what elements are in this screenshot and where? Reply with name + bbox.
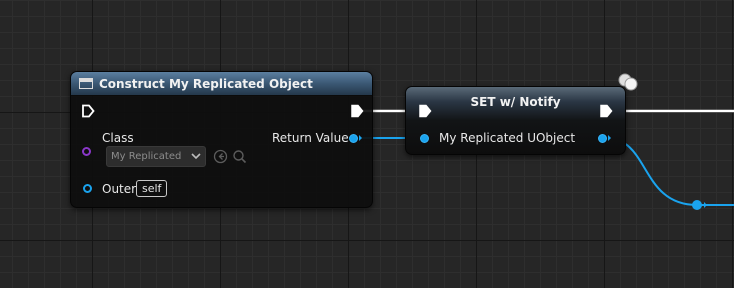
exec-in-pin-icon[interactable] [418, 104, 432, 118]
replication-indicator-icon [618, 73, 638, 91]
outer-label: Outer [102, 182, 137, 196]
class-label: Class [102, 131, 134, 145]
reroute-pin[interactable] [692, 200, 702, 210]
return-value-pin[interactable] [349, 134, 358, 143]
outer-pin[interactable] [83, 184, 92, 193]
construct-node-header[interactable]: Construct My Replicated Object [71, 72, 372, 96]
exec-in-pin-icon[interactable] [81, 104, 95, 118]
exec-out-pin-icon[interactable] [599, 104, 613, 118]
class-dropdown-value: My Replicated Object [111, 151, 185, 162]
construct-object-node[interactable]: Construct My Replicated Object Class My … [70, 71, 373, 208]
return-value-pin-arrow [359, 135, 362, 141]
class-dropdown[interactable]: My Replicated Object [106, 146, 206, 167]
set-node-title: SET w/ Notify [470, 95, 561, 109]
set-input-label: My Replicated UObject [439, 131, 576, 145]
outer-value-box[interactable]: self [136, 180, 168, 197]
function-icon [79, 78, 93, 89]
reroute-pin-arrow [704, 202, 707, 208]
set-variable-node[interactable]: SET w/ Notify My Replicated UObject [405, 86, 626, 155]
set-output-pin[interactable] [598, 134, 607, 143]
browse-arrow-icon[interactable] [213, 149, 228, 164]
magnifier-icon[interactable] [232, 149, 247, 164]
chevron-down-icon [191, 153, 201, 160]
set-output-pin-arrow [608, 135, 611, 141]
exec-out-pin-icon[interactable] [350, 104, 364, 118]
return-value-label: Return Value [272, 131, 349, 145]
construct-node-title: Construct My Replicated Object [99, 76, 313, 91]
class-pin[interactable] [82, 147, 91, 156]
set-input-pin[interactable] [420, 134, 429, 143]
